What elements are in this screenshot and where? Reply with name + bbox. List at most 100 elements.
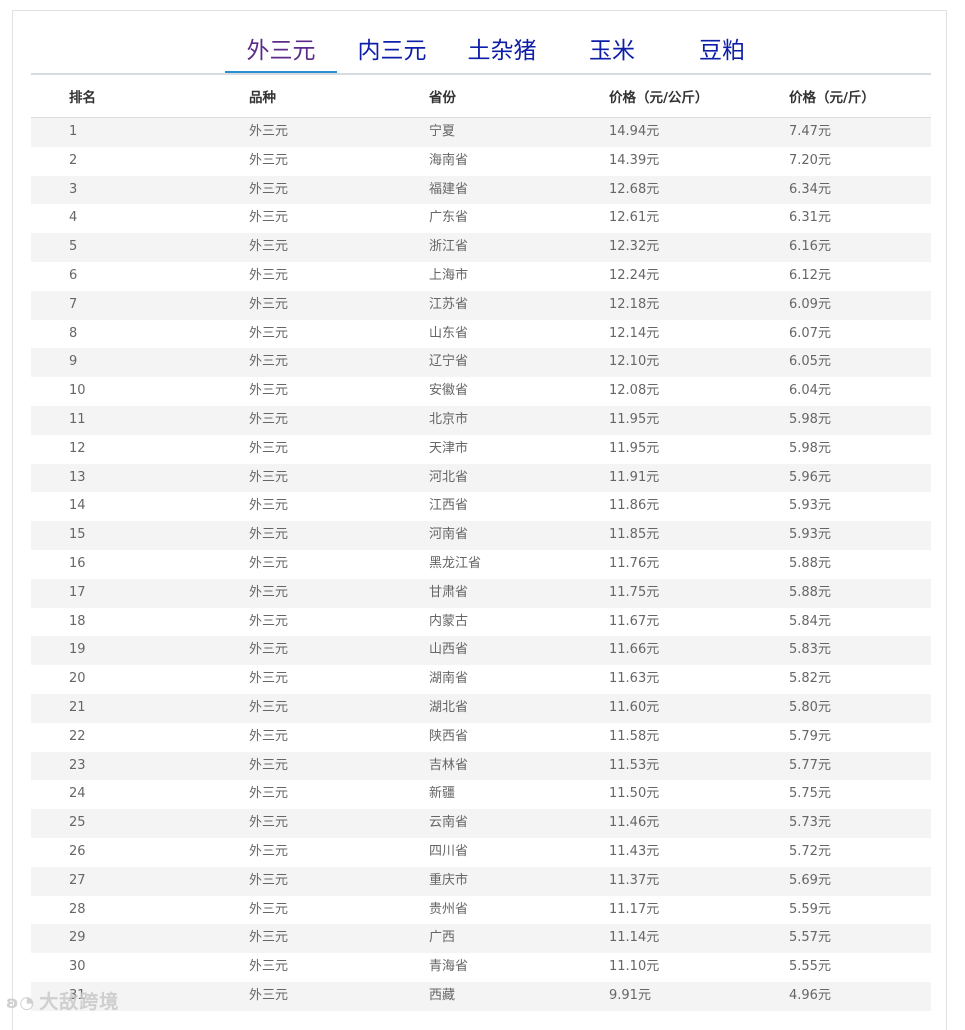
- cell-price-jin: 6.16元: [789, 239, 831, 255]
- cell-province: 陕西省: [429, 728, 469, 744]
- table-row: 1 外三元 宁夏 14.94元 7.47元: [31, 118, 931, 147]
- table-row: 31 外三元 西藏 9.91元 4.96元: [31, 981, 931, 1011]
- cell-rank: 17: [69, 584, 86, 600]
- table-row: 20 外三元 湖南省 11.63元 5.82元: [31, 665, 931, 694]
- cell-price-kg: 12.10元: [609, 354, 660, 370]
- cell-province: 安徽省: [429, 383, 469, 399]
- table-row: 9 外三元 辽宁省 12.10元 6.05元: [31, 348, 931, 378]
- tab-wai-san-yuan[interactable]: 外三元: [225, 31, 337, 73]
- cell-breed: 外三元: [249, 354, 289, 370]
- cell-price-kg: 11.95元: [609, 440, 660, 456]
- cell-price-jin: 5.77元: [789, 757, 831, 773]
- table-row: 22 外三元 陕西省 11.58元 5.79元: [31, 723, 931, 752]
- table-header-row: 排名 品种 省份 价格（元/公斤） 价格（元/斤）: [31, 79, 931, 118]
- cell-rank: 19: [69, 642, 86, 658]
- table-row: 24 外三元 新疆 11.50元 5.75元: [31, 780, 931, 809]
- cell-province: 湖北省: [429, 699, 469, 715]
- cell-price-kg: 14.39元: [609, 152, 660, 168]
- cell-rank: 23: [69, 757, 86, 773]
- cell-province: 新疆: [429, 786, 456, 802]
- cell-price-kg: 12.68元: [609, 181, 660, 197]
- table-row: 23 外三元 吉林省 11.53元 5.77元: [31, 751, 931, 781]
- cell-province: 河北省: [429, 469, 469, 485]
- cell-province: 上海市: [429, 267, 469, 283]
- cell-price-jin: 5.82元: [789, 671, 831, 687]
- cell-price-jin: 5.93元: [789, 498, 831, 514]
- cell-rank: 16: [69, 555, 86, 571]
- table-row: 21 外三元 湖北省 11.60元 5.80元: [31, 693, 931, 723]
- cell-breed: 外三元: [249, 613, 289, 629]
- cell-breed: 外三元: [249, 527, 289, 543]
- cell-breed: 外三元: [249, 872, 289, 888]
- cell-price-kg: 11.53元: [609, 757, 660, 773]
- cell-breed: 外三元: [249, 210, 289, 226]
- table-row: 8 外三元 山东省 12.14元 6.07元: [31, 320, 931, 349]
- cell-province: 天津市: [429, 440, 469, 456]
- tab-yu-mi[interactable]: 玉米: [577, 31, 647, 73]
- cell-price-kg: 11.66元: [609, 642, 660, 658]
- cell-breed: 外三元: [249, 699, 289, 715]
- cell-breed: 外三元: [249, 152, 289, 168]
- cell-price-jin: 5.96元: [789, 469, 831, 485]
- cell-price-kg: 11.10元: [609, 959, 660, 975]
- cell-breed: 外三元: [249, 642, 289, 658]
- table-row: 30 外三元 青海省 11.10元 5.55元: [31, 953, 931, 982]
- cell-price-kg: 12.14元: [609, 325, 660, 341]
- cell-rank: 14: [69, 498, 86, 514]
- watermark: ʚ◔ 大敌跨境: [6, 987, 119, 1014]
- cell-price-jin: 6.04元: [789, 383, 831, 399]
- cell-price-kg: 11.58元: [609, 728, 660, 744]
- cell-province: 吉林省: [429, 757, 469, 773]
- cell-rank: 5: [69, 239, 78, 255]
- cell-breed: 外三元: [249, 671, 289, 687]
- cell-price-kg: 11.37元: [609, 872, 660, 888]
- cell-province: 西藏: [429, 987, 456, 1003]
- cell-price-jin: 5.55元: [789, 959, 831, 975]
- cell-province: 江苏省: [429, 296, 469, 312]
- table-row: 11 外三元 北京市 11.95元 5.98元: [31, 405, 931, 435]
- tab-tu-za-zhu[interactable]: 土杂猪: [459, 31, 545, 73]
- cell-rank: 11: [69, 411, 86, 427]
- cell-province: 福建省: [429, 181, 469, 197]
- cell-price-jin: 5.57元: [789, 930, 831, 946]
- table-row: 12 外三元 天津市 11.95元 5.98元: [31, 435, 931, 464]
- header-price-jin: 价格（元/斤）: [789, 90, 875, 106]
- cell-breed: 外三元: [249, 843, 289, 859]
- header-price-kg: 价格（元/公斤）: [609, 90, 709, 106]
- cell-price-jin: 5.80元: [789, 699, 831, 715]
- cell-province: 河南省: [429, 527, 469, 543]
- cell-province: 浙江省: [429, 239, 469, 255]
- table-row: 19 外三元 山西省 11.66元 5.83元: [31, 636, 931, 666]
- table-row: 3 外三元 福建省 12.68元 6.34元: [31, 175, 931, 205]
- cell-price-kg: 14.94元: [609, 124, 660, 139]
- price-panel: 外三元 内三元 土杂猪 玉米 豆粕 排名 品种 省份 价格（元/公斤） 价格（元…: [12, 10, 947, 1030]
- cell-rank: 2: [69, 152, 78, 168]
- cell-price-jin: 5.88元: [789, 555, 831, 571]
- cell-price-kg: 12.08元: [609, 383, 660, 399]
- cell-rank: 10: [69, 383, 86, 399]
- table-row: 7 外三元 江苏省 12.18元 6.09元: [31, 290, 931, 320]
- cell-price-jin: 5.73元: [789, 815, 831, 831]
- cell-breed: 外三元: [249, 815, 289, 831]
- header-rank: 排名: [69, 90, 96, 106]
- cell-price-kg: 11.46元: [609, 815, 660, 831]
- cell-rank: 3: [69, 181, 78, 197]
- cell-rank: 12: [69, 440, 86, 456]
- cell-rank: 15: [69, 527, 86, 543]
- table-row: 27 外三元 重庆市 11.37元 5.69元: [31, 866, 931, 896]
- cell-province: 北京市: [429, 411, 469, 427]
- cell-price-jin: 5.93元: [789, 527, 831, 543]
- tab-nei-san-yuan[interactable]: 内三元: [349, 31, 435, 73]
- cell-price-jin: 6.07元: [789, 325, 831, 341]
- cell-province: 四川省: [429, 843, 469, 859]
- cell-province: 甘肃省: [429, 584, 469, 600]
- cell-province: 重庆市: [429, 872, 469, 888]
- tab-dou-po[interactable]: 豆粕: [687, 31, 757, 73]
- cell-rank: 29: [69, 930, 86, 946]
- cell-rank: 25: [69, 815, 86, 831]
- cell-province: 广东省: [429, 210, 469, 226]
- cell-province: 宁夏: [429, 124, 456, 139]
- table-row: 28 外三元 贵州省 11.17元 5.59元: [31, 896, 931, 925]
- cell-breed: 外三元: [249, 584, 289, 600]
- cell-price-kg: 12.24元: [609, 267, 660, 283]
